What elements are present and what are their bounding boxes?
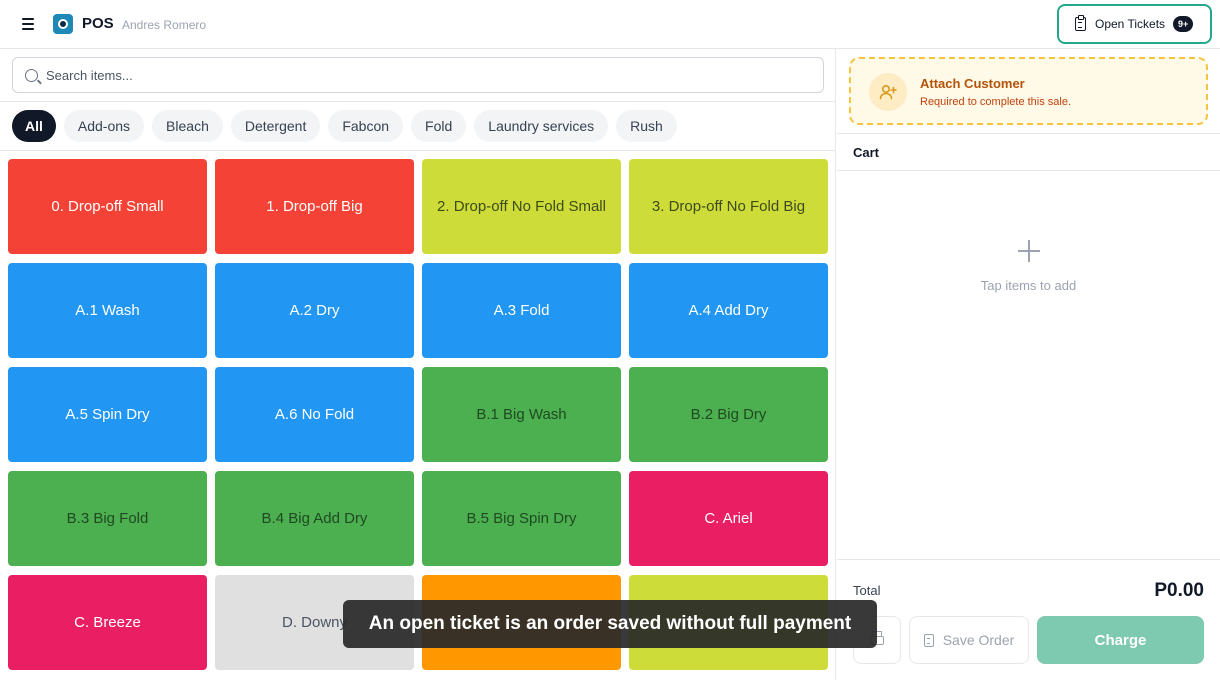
clipboard-icon	[923, 633, 934, 647]
item-tile[interactable]: 1. Drop-off Big	[215, 159, 414, 254]
save-order-button[interactable]: Save Order	[909, 616, 1029, 664]
open-tickets-label: Open Tickets	[1095, 17, 1166, 31]
item-tile[interactable]: C. Ariel	[629, 471, 828, 566]
item-tile[interactable]: 2. Drop-off No Fold Small	[422, 159, 621, 254]
divider	[837, 170, 1220, 171]
items-panel: AllAdd-onsBleachDetergentFabconFoldLaund…	[0, 49, 836, 680]
category-chip-add-ons[interactable]: Add-ons	[63, 110, 145, 142]
category-chip-all[interactable]: All	[12, 110, 56, 142]
category-chip-fold[interactable]: Fold	[411, 110, 467, 142]
item-tile[interactable]: A.2 Dry	[215, 263, 414, 358]
total-label: Total	[853, 583, 881, 598]
save-order-label: Save Order	[942, 632, 1015, 648]
total-value: P0.00	[1154, 580, 1204, 601]
open-ticket-tooltip: An open ticket is an order saved without…	[343, 600, 877, 648]
user-name: Andres Romero	[122, 18, 207, 32]
item-tile[interactable]: A.5 Spin Dry	[8, 367, 207, 462]
app-title: POS	[82, 15, 114, 32]
category-chip-rush[interactable]: Rush	[616, 110, 677, 142]
item-tile[interactable]: B.1 Big Wash	[422, 367, 621, 462]
attach-customer-subtitle: Required to complete this sale.	[920, 96, 1072, 108]
item-tile[interactable]: B.3 Big Fold	[8, 471, 207, 566]
top-bar: POS Andres Romero Open Tickets 9+	[0, 0, 1220, 49]
search-box[interactable]	[12, 57, 824, 93]
user-plus-icon	[869, 73, 907, 111]
cart-title: Cart	[853, 145, 880, 160]
hamburger-menu-icon[interactable]	[19, 15, 37, 33]
category-filter-bar: All Add-ons Bleach Detergent Fabcon Fold Laund…	[12, 110, 677, 142]
item-tile[interactable]: B.4 Big Add Dry	[215, 471, 414, 566]
search-input[interactable]	[46, 67, 786, 83]
item-tile[interactable]: C. Breeze	[8, 575, 207, 670]
category-chip-laundry-services[interactable]: Laundry services	[474, 110, 609, 142]
attach-customer-title: Attach Customer	[920, 76, 1025, 91]
app-logo	[53, 14, 73, 34]
item-grid: 0. Drop-off Small 1. Drop-off Big 2. Drop-…	[8, 159, 828, 670]
attach-customer-button[interactable]: Attach Customer Required to complete thi…	[849, 57, 1208, 125]
item-tile[interactable]: A.3 Fold	[422, 263, 621, 358]
item-tile[interactable]: A.4 Add Dry	[629, 263, 828, 358]
item-tile[interactable]: A.1 Wash	[8, 263, 207, 358]
item-tile[interactable]: B.2 Big Dry	[629, 367, 828, 462]
category-chip-detergent[interactable]: Detergent	[230, 110, 321, 142]
divider	[837, 559, 1220, 560]
open-tickets-button[interactable]: Open Tickets 9+	[1057, 4, 1212, 44]
category-chip-bleach[interactable]: Bleach	[152, 110, 223, 142]
open-tickets-count-badge: 9+	[1173, 16, 1194, 32]
pos-app: POS Andres Romero Open Tickets 9+ AllAdd…	[0, 0, 1220, 680]
item-tile[interactable]: 3. Drop-off No Fold Big	[629, 159, 828, 254]
clipboard-icon	[1075, 15, 1086, 31]
category-chip-fabcon[interactable]: Fabcon	[328, 110, 404, 142]
item-tile[interactable]: B.5 Big Spin Dry	[422, 471, 621, 566]
divider	[837, 133, 1220, 134]
divider	[0, 150, 835, 151]
item-tile[interactable]: 0. Drop-off Small	[8, 159, 207, 254]
item-tile[interactable]: A.6 No Fold	[215, 367, 414, 462]
divider	[0, 101, 835, 102]
charge-button[interactable]: Charge	[1037, 616, 1204, 664]
cart-empty-message: Tap items to add	[980, 278, 1077, 293]
search-icon	[25, 68, 38, 82]
plus-icon	[1018, 240, 1040, 262]
cart-panel: Attach Customer Required to complete thi…	[837, 49, 1220, 680]
